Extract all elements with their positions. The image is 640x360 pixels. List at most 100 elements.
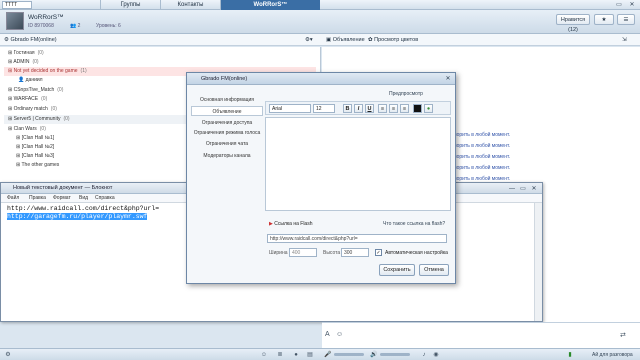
flash-link-label: ▶ Ссылка на Flash bbox=[269, 221, 313, 227]
chat-icon[interactable]: ▤ bbox=[306, 351, 314, 359]
save-button[interactable]: Сохранить bbox=[379, 264, 415, 276]
channel-header bbox=[0, 10, 640, 34]
width-label: Ширина bbox=[269, 250, 288, 256]
preview-link[interactable]: Предпросмотр bbox=[389, 91, 423, 97]
tree-item-label: Гостиная bbox=[13, 50, 35, 56]
microphone-icon[interactable]: 🎤 bbox=[324, 351, 332, 359]
menu-help[interactable]: Справка bbox=[95, 194, 115, 203]
tree-item-count: (0) bbox=[57, 87, 64, 93]
status-text: Ай для разговора bbox=[592, 352, 633, 358]
tree-item-label: Not yet decided on the game bbox=[13, 68, 78, 74]
font-select[interactable]: Arial bbox=[269, 104, 311, 113]
chat-message: ворить в любой момент. bbox=[454, 165, 511, 171]
signal-icon: ▮ bbox=[568, 352, 572, 358]
minimize-icon[interactable]: — bbox=[507, 185, 517, 193]
tree-item-label: Clan Wars bbox=[13, 126, 37, 132]
size-select[interactable]: 12 bbox=[313, 104, 335, 113]
menu-file[interactable]: Файл bbox=[7, 194, 19, 203]
member-count: 👥 2 bbox=[70, 23, 81, 29]
avatar[interactable] bbox=[6, 12, 24, 30]
tree-item-label: [Clan Hall №3] bbox=[21, 153, 55, 159]
music-icon[interactable]: ♪ bbox=[420, 351, 428, 359]
color-picker-icon[interactable] bbox=[413, 104, 422, 113]
emoji-icon[interactable]: ☺ bbox=[336, 331, 343, 338]
dialog-nav-item[interactable]: Основная информация bbox=[191, 95, 263, 105]
window-title: ТТТТ bbox=[2, 1, 32, 9]
underline-button[interactable]: U bbox=[365, 104, 374, 113]
record-icon[interactable]: ● bbox=[292, 351, 300, 359]
cancel-button[interactable]: Отмена bbox=[419, 264, 449, 276]
close-icon[interactable]: ✕ bbox=[529, 185, 539, 193]
status-bar: ⚙ ☺ ≣ ● ▤ 🎤 🔊 ♪ ◉ ▮ Ай для разговора bbox=[0, 348, 640, 360]
dialog-nav-item[interactable]: Объявление bbox=[191, 106, 263, 116]
record-button-icon[interactable]: ◉ bbox=[432, 351, 440, 359]
height-input[interactable]: 300 bbox=[341, 248, 369, 257]
tab-groups[interactable]: Группы bbox=[100, 0, 160, 10]
tab-contacts[interactable]: Контакты bbox=[160, 0, 220, 10]
menu-edit[interactable]: Правка bbox=[29, 194, 46, 203]
maximize-icon[interactable]: ▭ bbox=[518, 185, 528, 193]
notepad-selected-line: http://garagefm.ru/player/playmr.swf bbox=[7, 213, 148, 220]
user-icon: 👤 bbox=[18, 77, 26, 83]
list-icon[interactable]: ≣ bbox=[276, 351, 284, 359]
width-input[interactable]: 400 bbox=[289, 248, 317, 257]
dialog-nav-item[interactable]: Ограничения доступа bbox=[191, 118, 263, 128]
tree-item-label: даниил bbox=[25, 77, 43, 83]
star-button[interactable]: ★ bbox=[594, 14, 614, 25]
menu-format[interactable]: Формат bbox=[53, 194, 71, 203]
tree-item-label: CSnpsTive_Match bbox=[13, 87, 55, 93]
tree-item-count: (0) bbox=[50, 106, 57, 112]
flash-icon: ▶ bbox=[269, 221, 273, 227]
dialog-nav-item[interactable]: Модераторы канала bbox=[191, 151, 263, 161]
tree-item[interactable]: ⊞ Гостиная (0) bbox=[4, 49, 316, 58]
like-button[interactable]: Нравится (12) bbox=[556, 14, 590, 33]
mic-volume-slider[interactable] bbox=[334, 353, 364, 356]
announce-button[interactable]: ▣ Объявление bbox=[326, 35, 365, 45]
channel-settings-dialog: Gbrado FM(online) ✕ Предпросмотр Arial 1… bbox=[186, 72, 456, 284]
settings-icon[interactable]: ⚙▾ bbox=[305, 35, 313, 45]
tree-item-label: WARFACE bbox=[13, 96, 39, 102]
status-icon[interactable]: ⚙ bbox=[4, 351, 12, 359]
dialog-nav-item[interactable]: Ограничения чата bbox=[191, 139, 263, 149]
menu-button[interactable]: ☰ bbox=[617, 14, 635, 25]
channel-toolbar: ⚙ Gbrado FM(online) ⚙▾ ▣ Объявление ✿ Пр… bbox=[0, 34, 640, 46]
browse-colors-button[interactable]: ✿ Просмотр цветов bbox=[368, 35, 418, 45]
announcement-editor[interactable] bbox=[265, 117, 451, 211]
tree-item-label: [Clan Hall №1] bbox=[21, 135, 55, 141]
bold-button[interactable]: B bbox=[343, 104, 352, 113]
auto-size-checkbox[interactable]: ✓ bbox=[375, 249, 382, 256]
align-center-icon[interactable]: ≡ bbox=[389, 104, 398, 113]
flash-url-input[interactable]: http://www.raidcall.com/direct&php?url= bbox=[267, 234, 447, 243]
tree-item-count: (0) bbox=[37, 50, 44, 56]
height-label: Высота bbox=[323, 250, 341, 256]
speaker-volume-slider[interactable] bbox=[380, 353, 410, 356]
align-right-icon[interactable]: ≡ bbox=[400, 104, 409, 113]
expand-icon[interactable]: ⇲ bbox=[622, 35, 627, 45]
speaker-icon[interactable]: 🔊 bbox=[370, 351, 378, 359]
menu-view[interactable]: Вид bbox=[79, 194, 88, 203]
align-left-icon[interactable]: ≡ bbox=[378, 104, 387, 113]
chat-message: ворить в любой момент. bbox=[454, 143, 511, 149]
tree-item-label: Server5 | Community bbox=[13, 116, 61, 122]
italic-button[interactable]: I bbox=[354, 104, 363, 113]
message-input-area[interactable]: A ☺ ⇄ bbox=[322, 322, 640, 348]
font-icon[interactable]: A bbox=[325, 331, 330, 338]
flash-help-link[interactable]: Что такое ссылка на flash? bbox=[383, 221, 445, 227]
tree-item-count: (0) bbox=[39, 126, 46, 132]
announcement-panel: Предпросмотр Arial 12 B I U ≡ ≡ ≡ ● ▶ Сс… bbox=[265, 89, 451, 279]
chat-message: ворить в любой момент. bbox=[454, 154, 511, 160]
maximize-icon[interactable]: ▭ bbox=[614, 1, 624, 9]
tab-channel[interactable]: WoRRorS™ bbox=[220, 0, 320, 10]
close-icon[interactable]: ✕ bbox=[627, 1, 637, 9]
channel-path[interactable]: ⚙ Gbrado FM(online) bbox=[4, 35, 57, 45]
people-icon[interactable]: ☺ bbox=[260, 351, 268, 359]
tree-item-count: (0) bbox=[32, 59, 39, 65]
scrollbar[interactable] bbox=[534, 203, 542, 321]
emoji-icon[interactable]: ● bbox=[424, 104, 433, 113]
send-icon[interactable]: ⇄ bbox=[620, 331, 626, 339]
close-icon[interactable]: ✕ bbox=[443, 75, 453, 83]
dialog-nav-item[interactable]: Ограничения режима голоса bbox=[191, 128, 263, 138]
tree-item[interactable]: ⊞ ADMIN (0) bbox=[4, 58, 316, 67]
tree-item-label: [Clan Hall №2] bbox=[21, 144, 55, 150]
channel-name: WoRRorS™ bbox=[28, 14, 64, 21]
